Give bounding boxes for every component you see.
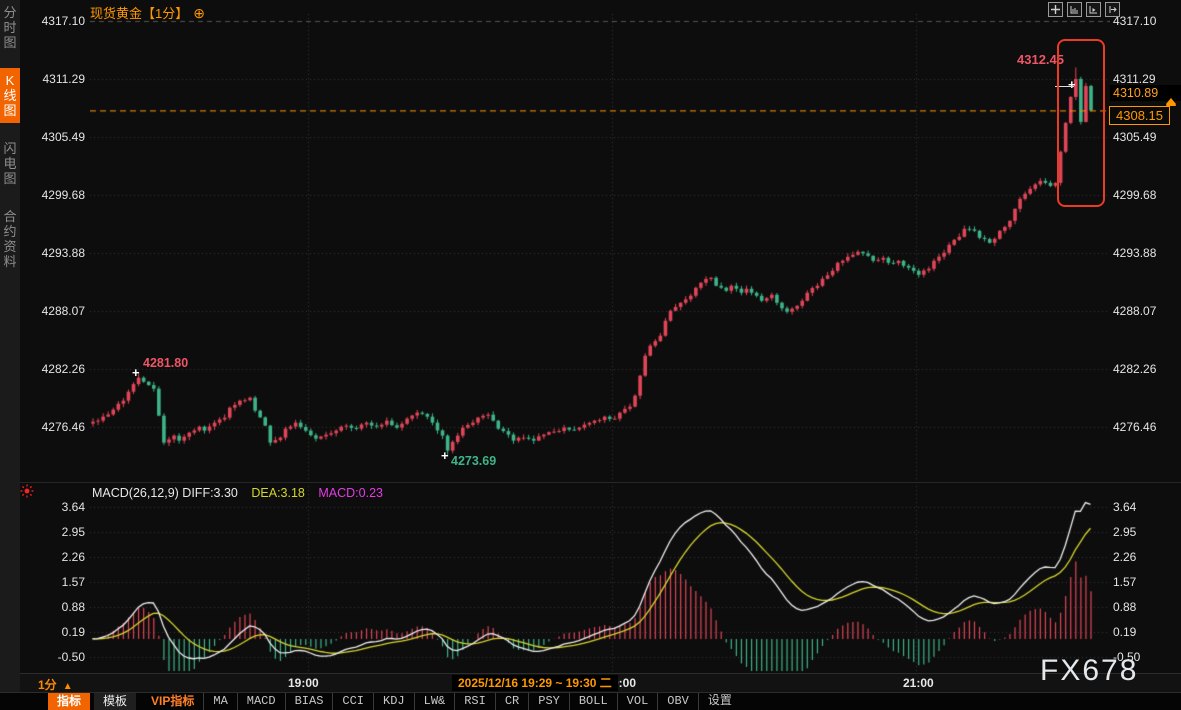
toolbar-item-VIP指标[interactable]: VIP指标	[142, 693, 203, 710]
triangle-up-icon: ▲	[63, 681, 73, 692]
axis-label: 4311.29	[23, 72, 85, 86]
toolbar-item-RSI[interactable]: RSI	[454, 693, 495, 710]
price-chart-canvas[interactable]	[90, 0, 1110, 673]
sidebar-tab-K线图[interactable]: K线图	[0, 68, 20, 123]
axis-label: 1.57	[23, 575, 85, 589]
annotation-low-mid: 4273.69	[451, 454, 496, 468]
cross-marker-low-mid: +	[441, 451, 449, 461]
toolbar-item-BIAS[interactable]: BIAS	[285, 693, 333, 710]
frame-left-icon[interactable]	[1067, 2, 1082, 17]
toolbar-item-设置[interactable]: 设置	[698, 693, 741, 710]
time-label-21: 21:00	[903, 676, 934, 690]
macd-indicator-header: MACD(26,12,9) DIFF:3.30 DEA:3.18 MACD:0.…	[92, 486, 383, 500]
axis-label: 4288.07	[23, 304, 85, 318]
axis-label: 0.19	[1113, 625, 1136, 639]
cross-marker-high-early: +	[132, 368, 140, 378]
time-axis: 1分▲ 19:00 0:00 21:00 2025/12/16 19:29 ~ …	[20, 673, 1181, 692]
live-burst-icon	[20, 484, 34, 503]
sidebar-tab-分时图[interactable]: 分时图	[0, 0, 20, 55]
toolbar-item-KDJ[interactable]: KDJ	[373, 693, 414, 710]
macd-dea-value: DEA:3.18	[251, 486, 305, 500]
recent-candles-highlight-box	[1057, 39, 1105, 207]
axis-label: 4276.46	[23, 420, 85, 434]
axis-label: 4299.68	[1113, 188, 1156, 202]
sidebar-tab-闪电图[interactable]: 闪电图	[0, 136, 20, 191]
toolbar-item-CCI[interactable]: CCI	[332, 693, 373, 710]
indicator-toolbar: 指标模板 VIP指标MAMACDBIASCCIKDJLW&RSICRPSYBOLL…	[0, 692, 1181, 710]
price-alert-icon	[1165, 98, 1177, 106]
axis-label: 2.26	[1113, 550, 1136, 564]
axis-label: 1.57	[1113, 575, 1136, 589]
axis-label: 4276.46	[1113, 420, 1156, 434]
toolbar-item-BOLL[interactable]: BOLL	[569, 693, 617, 710]
period-selector[interactable]: 1分 ▲	[38, 676, 73, 693]
toolbar-item-MACD[interactable]: MACD	[237, 693, 285, 710]
axis-label: 4282.26	[1113, 362, 1156, 376]
macd-params-diff: MACD(26,12,9) DIFF:3.30	[92, 486, 238, 500]
panel-divider	[20, 482, 1181, 483]
axis-label: 3.64	[1113, 500, 1136, 514]
move-crosshair-icon[interactable]	[1048, 2, 1063, 17]
chart-tool-icons	[1048, 2, 1120, 17]
current-bar-time-badge: 2025/12/16 19:29 ~ 19:30 二	[452, 675, 618, 691]
axis-label: 4311.29	[1113, 72, 1156, 86]
annotation-high-early: 4281.80	[143, 356, 188, 370]
last-price-badge: 4308.15	[1109, 106, 1170, 125]
toolbar-item-OBV[interactable]: OBV	[657, 693, 698, 710]
chart-title: 现货黄金【1分】 ⊕	[90, 3, 205, 22]
toolbar-item-指标[interactable]: 指标	[48, 693, 90, 710]
macd-hist-value: MACD:0.23	[318, 486, 383, 500]
instrument-name: 现货黄金	[90, 6, 142, 21]
toolbar-item-LW&[interactable]: LW&	[414, 693, 455, 710]
axis-label: 4293.88	[1113, 246, 1156, 260]
axis-label: 4305.49	[23, 130, 85, 144]
toolbar-item-VOL[interactable]: VOL	[617, 693, 658, 710]
axis-label: 4317.10	[23, 14, 85, 28]
toolbar-item-MA[interactable]: MA	[203, 693, 236, 710]
axis-label: 0.19	[23, 625, 85, 639]
axis-label: 0.88	[1113, 600, 1136, 614]
axis-label: 4282.26	[23, 362, 85, 376]
frame-right-icon[interactable]	[1105, 2, 1120, 17]
trading-app: 分时图 K线图闪电图合约资料 现货黄金【1分】 ⊕ 4317.10 4311.29 43…	[0, 0, 1181, 710]
period-tag: 【1分】	[142, 6, 188, 21]
add-instrument-icon[interactable]: ⊕	[193, 5, 205, 21]
axis-label: 0.88	[23, 600, 85, 614]
axis-label: 2.26	[23, 550, 85, 564]
toolbar-item-CR[interactable]: CR	[495, 693, 528, 710]
axis-label: 4293.88	[23, 246, 85, 260]
axis-label: 4305.49	[1113, 130, 1156, 144]
axis-label: 4299.68	[23, 188, 85, 202]
period-text: 1分	[38, 678, 57, 692]
sidebar-tab-合约资料[interactable]: 合约资料	[0, 204, 20, 274]
time-label-19: 19:00	[288, 676, 319, 690]
axis-label: 2.95	[1113, 525, 1136, 539]
chart-type-sidebar: 分时图 K线图闪电图合约资料	[0, 0, 20, 692]
toolbar-item-模板[interactable]: 模板	[94, 693, 136, 710]
axis-label: 4288.07	[1113, 304, 1156, 318]
axis-label: -0.50	[23, 650, 85, 664]
frame-play-icon[interactable]	[1086, 2, 1101, 17]
toolbar-item-PSY[interactable]: PSY	[528, 693, 569, 710]
watermark: FX678	[1040, 654, 1138, 688]
axis-label: 2.95	[23, 525, 85, 539]
